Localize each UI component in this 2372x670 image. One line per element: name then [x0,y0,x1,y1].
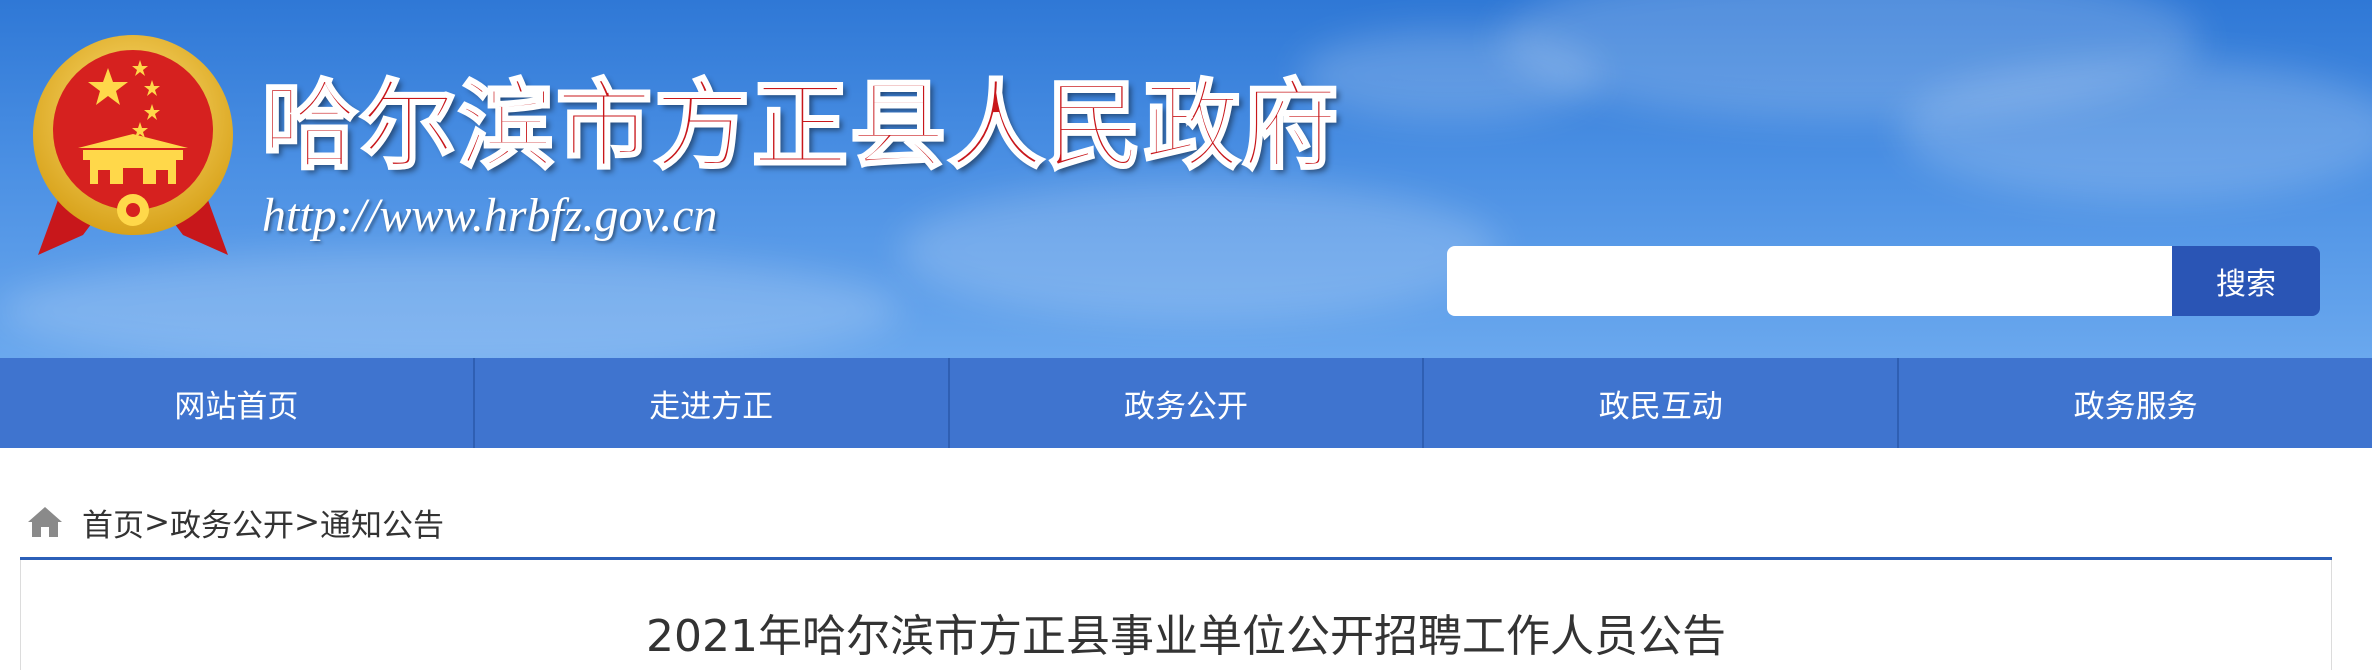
article-title: 2021年哈尔滨市方正县事业单位公开招聘工作人员公告 [646,611,1726,662]
breadcrumb-government-affairs[interactable]: 政务公开 [170,500,294,545]
nav-item-about-fangzheng[interactable]: 走进方正 [475,358,950,448]
nav-item-government-services[interactable]: 政务服务 [1899,358,2372,448]
header-banner: 哈尔滨市方正县人民政府 http://www.hrbfz.gov.cn 搜索 [0,0,2372,358]
main-nav: 网站首页 走进方正 政务公开 政民互动 政务服务 [0,358,2372,448]
breadcrumb-notices[interactable]: 通知公告 [320,500,444,545]
nav-item-public-interaction[interactable]: 政民互动 [1424,358,1900,448]
site-url[interactable]: http://www.hrbfz.gov.cn [262,188,718,243]
search-input[interactable] [1447,246,2173,316]
home-icon[interactable] [26,503,64,541]
search-button[interactable]: 搜索 [2172,246,2320,316]
breadcrumb-home[interactable]: 首页 [82,500,144,545]
site-title: 哈尔滨市方正县人民政府 [261,68,1340,184]
breadcrumb: 首页 > 政务公开 > 通知公告 [20,492,2332,552]
breadcrumb-separator: > [293,504,320,540]
national-emblem-icon [33,35,233,255]
breadcrumb-separator: > [144,504,170,540]
nav-item-government-affairs[interactable]: 政务公开 [950,358,1425,448]
nav-item-home[interactable]: 网站首页 [0,358,475,448]
